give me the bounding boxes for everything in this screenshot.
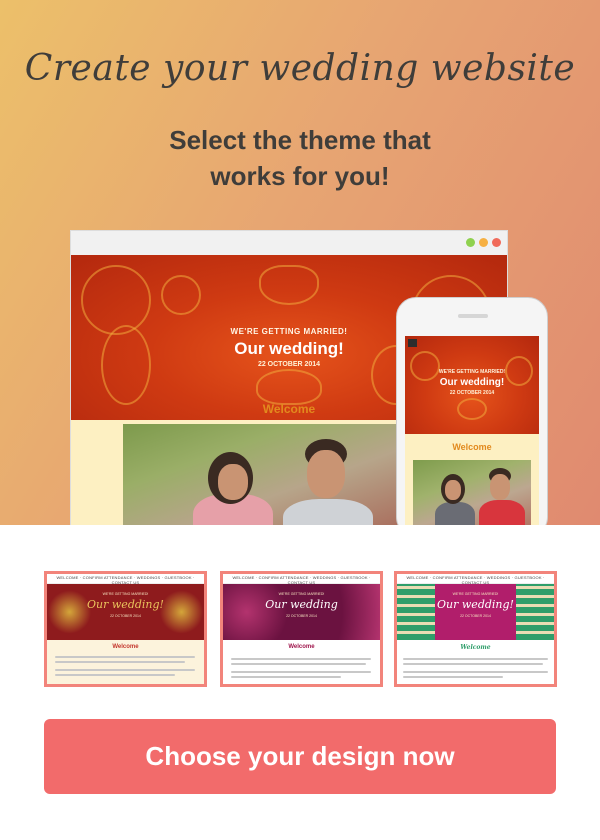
woman-face-icon — [218, 464, 248, 500]
text-line — [403, 676, 503, 678]
theme-welcome: Welcome — [288, 644, 315, 650]
theme-card-green-pink[interactable]: WELCOME · CONFIRM ATTENDANCE · WEDDINGS … — [394, 571, 557, 687]
theme-eyebrow: WE'RE GETTING MARRIED! — [102, 592, 149, 596]
phone-heading: Our wedding! — [439, 377, 505, 388]
theme-card-burgundy[interactable]: WELCOME · CONFIRM ATTENDANCE · WEDDINGS … — [220, 571, 383, 687]
ornament-bottom-icon — [256, 369, 322, 405]
window-dot-yellow-icon — [479, 238, 488, 247]
ornament-top-icon — [259, 265, 319, 305]
theme-eyebrow: WE'RE GETTING MARRIED! — [452, 592, 499, 596]
theme-heading: Our wedding! — [87, 598, 164, 611]
text-line — [55, 656, 195, 658]
woman-face-icon — [445, 480, 461, 500]
phone-eyebrow: WE'RE GETTING MARRIED! — [438, 369, 506, 375]
theme-nav: WELCOME · CONFIRM ATTENDANCE · WEDDINGS … — [47, 574, 204, 585]
theme-welcome: Welcome — [460, 644, 491, 651]
text-line — [403, 671, 548, 673]
hero-section: Create your wedding website Select the t… — [0, 0, 600, 525]
browser-toolbar — [71, 231, 507, 255]
man-figure-icon — [479, 500, 525, 525]
text-line — [231, 663, 366, 665]
paisley-ornament-icon — [161, 275, 201, 315]
text-line — [403, 658, 548, 660]
text-line — [231, 658, 371, 660]
text-line — [231, 676, 341, 678]
theme-nav: WELCOME · CONFIRM ATTENDANCE · WEDDINGS … — [223, 574, 380, 585]
window-dot-green-icon — [466, 238, 475, 247]
man-face-icon — [490, 474, 510, 500]
theme-eyebrow: WE'RE GETTING MARRIED! — [278, 592, 325, 596]
theme-heading: Our wedding — [265, 598, 338, 611]
ornament-bottom-icon — [457, 398, 487, 420]
page-subtitle: Select the theme that works for you! — [169, 125, 431, 191]
man-face-icon — [307, 450, 345, 498]
theme-welcome: Welcome — [112, 644, 139, 650]
phone-banner: WE'RE GETTING MARRIED! Our wedding! 22 O… — [405, 336, 539, 434]
text-line — [55, 661, 185, 663]
woman-figure-icon — [435, 502, 475, 525]
page-title: Create your wedding website — [24, 48, 576, 89]
window-dot-red-icon — [492, 238, 501, 247]
phone-speaker-icon — [458, 314, 488, 318]
text-line — [231, 671, 371, 673]
phone-date: 22 OCTOBER 2014 — [449, 390, 495, 396]
theme-date: 22 OCTOBER 2014 — [110, 614, 141, 618]
text-line — [55, 669, 195, 671]
theme-date: 22 OCTOBER 2014 — [286, 614, 317, 618]
man-figure-icon — [283, 499, 373, 525]
choose-design-button[interactable]: Choose your design now — [44, 719, 556, 794]
couple-photo — [123, 424, 413, 525]
phone-couple-photo — [413, 460, 531, 525]
phone-screen: WE'RE GETTING MARRIED! Our wedding! 22 O… — [405, 336, 539, 525]
phone-welcome: Welcome — [452, 442, 492, 452]
text-line — [55, 674, 175, 676]
theme-date: 22 OCTOBER 2014 — [460, 614, 491, 618]
text-line — [403, 663, 543, 665]
hamburger-menu-icon — [408, 339, 417, 347]
phone-preview: WE'RE GETTING MARRIED! Our wedding! 22 O… — [396, 297, 548, 525]
paisley-ornament-icon — [81, 265, 151, 335]
theme-nav: WELCOME · CONFIRM ATTENDANCE · WEDDINGS … — [397, 574, 554, 585]
theme-card-red[interactable]: WELCOME · CONFIRM ATTENDANCE · WEDDINGS … — [44, 571, 207, 687]
theme-heading: Our wedding! — [437, 598, 514, 611]
